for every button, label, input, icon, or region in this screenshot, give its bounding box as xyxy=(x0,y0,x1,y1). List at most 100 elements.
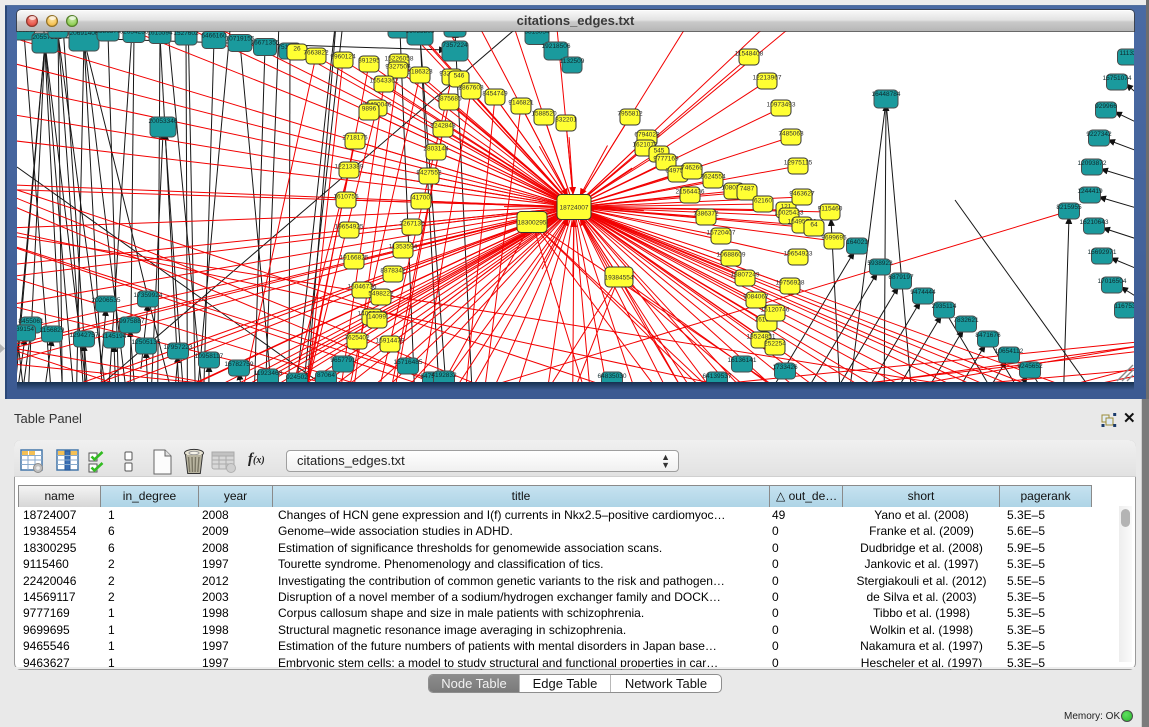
svg-text:116753: 116753 xyxy=(1114,303,1134,310)
svg-text:6794028: 6794028 xyxy=(634,132,660,139)
svg-text:252254: 252254 xyxy=(764,341,786,348)
svg-text:9600133: 9600133 xyxy=(45,31,71,34)
svg-text:12213967: 12213967 xyxy=(753,75,782,82)
svg-text:62160: 62160 xyxy=(754,198,772,205)
svg-text:2803144: 2803144 xyxy=(423,146,449,153)
svg-text:9657791: 9657791 xyxy=(330,357,356,364)
svg-text:1588520: 1588520 xyxy=(531,111,557,118)
svg-text:02654235: 02654235 xyxy=(120,31,149,36)
svg-text:7832621: 7832621 xyxy=(953,317,979,324)
svg-text:1615594: 1615594 xyxy=(147,31,173,37)
svg-text:9242848: 9242848 xyxy=(430,123,456,130)
svg-text:39154: 39154 xyxy=(17,326,34,333)
svg-text:7663822: 7663822 xyxy=(303,50,329,57)
svg-text:8386379: 8386379 xyxy=(95,31,121,35)
svg-text:8186323: 8186323 xyxy=(407,69,433,76)
svg-text:64139537: 64139537 xyxy=(703,373,732,380)
svg-text:17016504: 17016504 xyxy=(1098,278,1127,285)
svg-text:9699695: 9699695 xyxy=(821,235,847,242)
svg-text:87064: 87064 xyxy=(317,372,335,379)
svg-text:6879197: 6879197 xyxy=(888,274,914,281)
svg-text:16448784: 16448784 xyxy=(872,91,901,98)
svg-text:164021: 164021 xyxy=(846,239,868,246)
svg-text:3267130: 3267130 xyxy=(399,221,425,228)
svg-text:8215955: 8215955 xyxy=(1056,204,1082,211)
svg-text:12975115: 12975115 xyxy=(784,160,813,167)
svg-text:18807249: 18807249 xyxy=(731,272,760,279)
svg-text:93103413: 93103413 xyxy=(441,31,470,33)
svg-text:14099: 14099 xyxy=(368,314,386,321)
svg-text:12505135: 12505135 xyxy=(132,339,161,346)
svg-text:19218506: 19218506 xyxy=(542,43,571,50)
svg-text:5498222: 5498222 xyxy=(368,291,394,298)
svg-text:19166825: 19166825 xyxy=(340,255,369,262)
svg-text:9227342: 9227342 xyxy=(1086,131,1112,138)
svg-text:8427552: 8427552 xyxy=(416,170,442,177)
svg-text:16120746: 16120746 xyxy=(761,307,790,314)
svg-text:11923468: 11923468 xyxy=(254,370,283,377)
svg-text:1244419: 1244419 xyxy=(1077,188,1103,195)
svg-text:546: 546 xyxy=(454,73,465,80)
svg-text:7357224: 7357224 xyxy=(442,42,468,49)
svg-text:9463627: 9463627 xyxy=(789,191,815,198)
svg-text:15751074: 15751074 xyxy=(1103,75,1132,82)
svg-text:19756928: 19756928 xyxy=(776,280,805,287)
svg-text:924502: 924502 xyxy=(286,374,308,381)
svg-text:15692971: 15692971 xyxy=(1088,249,1117,256)
svg-text:19975887: 19975887 xyxy=(116,318,145,325)
svg-text:7487: 7487 xyxy=(740,186,755,193)
svg-text:10688609: 10688609 xyxy=(717,252,746,259)
svg-text:11353594: 11353594 xyxy=(389,244,418,251)
svg-text:7386372: 7386372 xyxy=(693,211,719,218)
svg-text:8813054: 8813054 xyxy=(524,31,550,36)
svg-text:9084067: 9084067 xyxy=(743,294,769,301)
svg-text:10958117: 10958117 xyxy=(195,353,224,360)
svg-text:15720407: 15720407 xyxy=(707,230,736,237)
svg-text:16671355: 16671355 xyxy=(251,40,280,47)
svg-text:7625402: 7625402 xyxy=(344,335,370,342)
svg-text:3875685: 3875685 xyxy=(436,96,462,103)
svg-text:41700: 41700 xyxy=(412,195,430,202)
svg-text:10025433: 10025433 xyxy=(775,210,804,217)
svg-text:12213389: 12213389 xyxy=(335,164,364,171)
svg-text:16914479: 16914479 xyxy=(376,338,405,345)
svg-text:9896: 9896 xyxy=(362,106,377,113)
svg-text:7485063: 7485063 xyxy=(778,131,804,138)
svg-text:12942757: 12942757 xyxy=(70,332,99,339)
svg-text:2935114: 2935114 xyxy=(932,303,957,310)
svg-text:17359924: 17359924 xyxy=(134,292,163,299)
svg-text:746266: 746266 xyxy=(681,165,703,172)
svg-text:1527602: 1527602 xyxy=(173,31,199,37)
svg-text:18724007: 18724007 xyxy=(560,205,589,212)
svg-text:16782759: 16782759 xyxy=(225,361,254,368)
svg-text:1733426: 1733426 xyxy=(772,364,798,371)
svg-text:1132509: 1132509 xyxy=(560,58,585,65)
svg-text:19654925: 19654925 xyxy=(335,224,364,231)
svg-text:8878342: 8878342 xyxy=(380,268,406,275)
svg-text:11548408: 11548408 xyxy=(735,51,764,58)
svg-text:20053346: 20053346 xyxy=(149,118,178,125)
svg-text:16136141: 16136141 xyxy=(728,357,757,364)
svg-text:1145194: 1145194 xyxy=(102,333,127,340)
svg-text:1610755: 1610755 xyxy=(333,194,359,201)
svg-text:929966: 929966 xyxy=(1095,103,1117,110)
svg-text:2867608: 2867608 xyxy=(458,85,484,92)
svg-text:15716485: 15716485 xyxy=(394,359,423,366)
svg-text:20206535: 20206535 xyxy=(92,297,121,304)
svg-text:18300295: 18300295 xyxy=(518,220,547,227)
svg-text:16033809: 16033809 xyxy=(406,31,435,35)
svg-text:19654923: 19654923 xyxy=(784,251,813,258)
svg-text:17957223: 17957223 xyxy=(164,344,193,351)
svg-text:9960124: 9960124 xyxy=(330,54,356,61)
svg-text:10654112: 10654112 xyxy=(995,348,1024,355)
svg-text:12093872: 12093872 xyxy=(1078,160,1107,167)
svg-text:64: 64 xyxy=(810,222,818,229)
svg-text:832201: 832201 xyxy=(555,117,577,124)
svg-text:21564436: 21564436 xyxy=(676,189,705,196)
svg-text:9245652: 9245652 xyxy=(1017,363,1043,370)
svg-text:9777169: 9777169 xyxy=(653,156,679,163)
svg-text:19384554: 19384554 xyxy=(605,275,634,282)
svg-text:2718176: 2718176 xyxy=(342,135,368,142)
svg-text:7955812: 7955812 xyxy=(617,111,643,118)
svg-text:9146821: 9146821 xyxy=(508,100,534,107)
